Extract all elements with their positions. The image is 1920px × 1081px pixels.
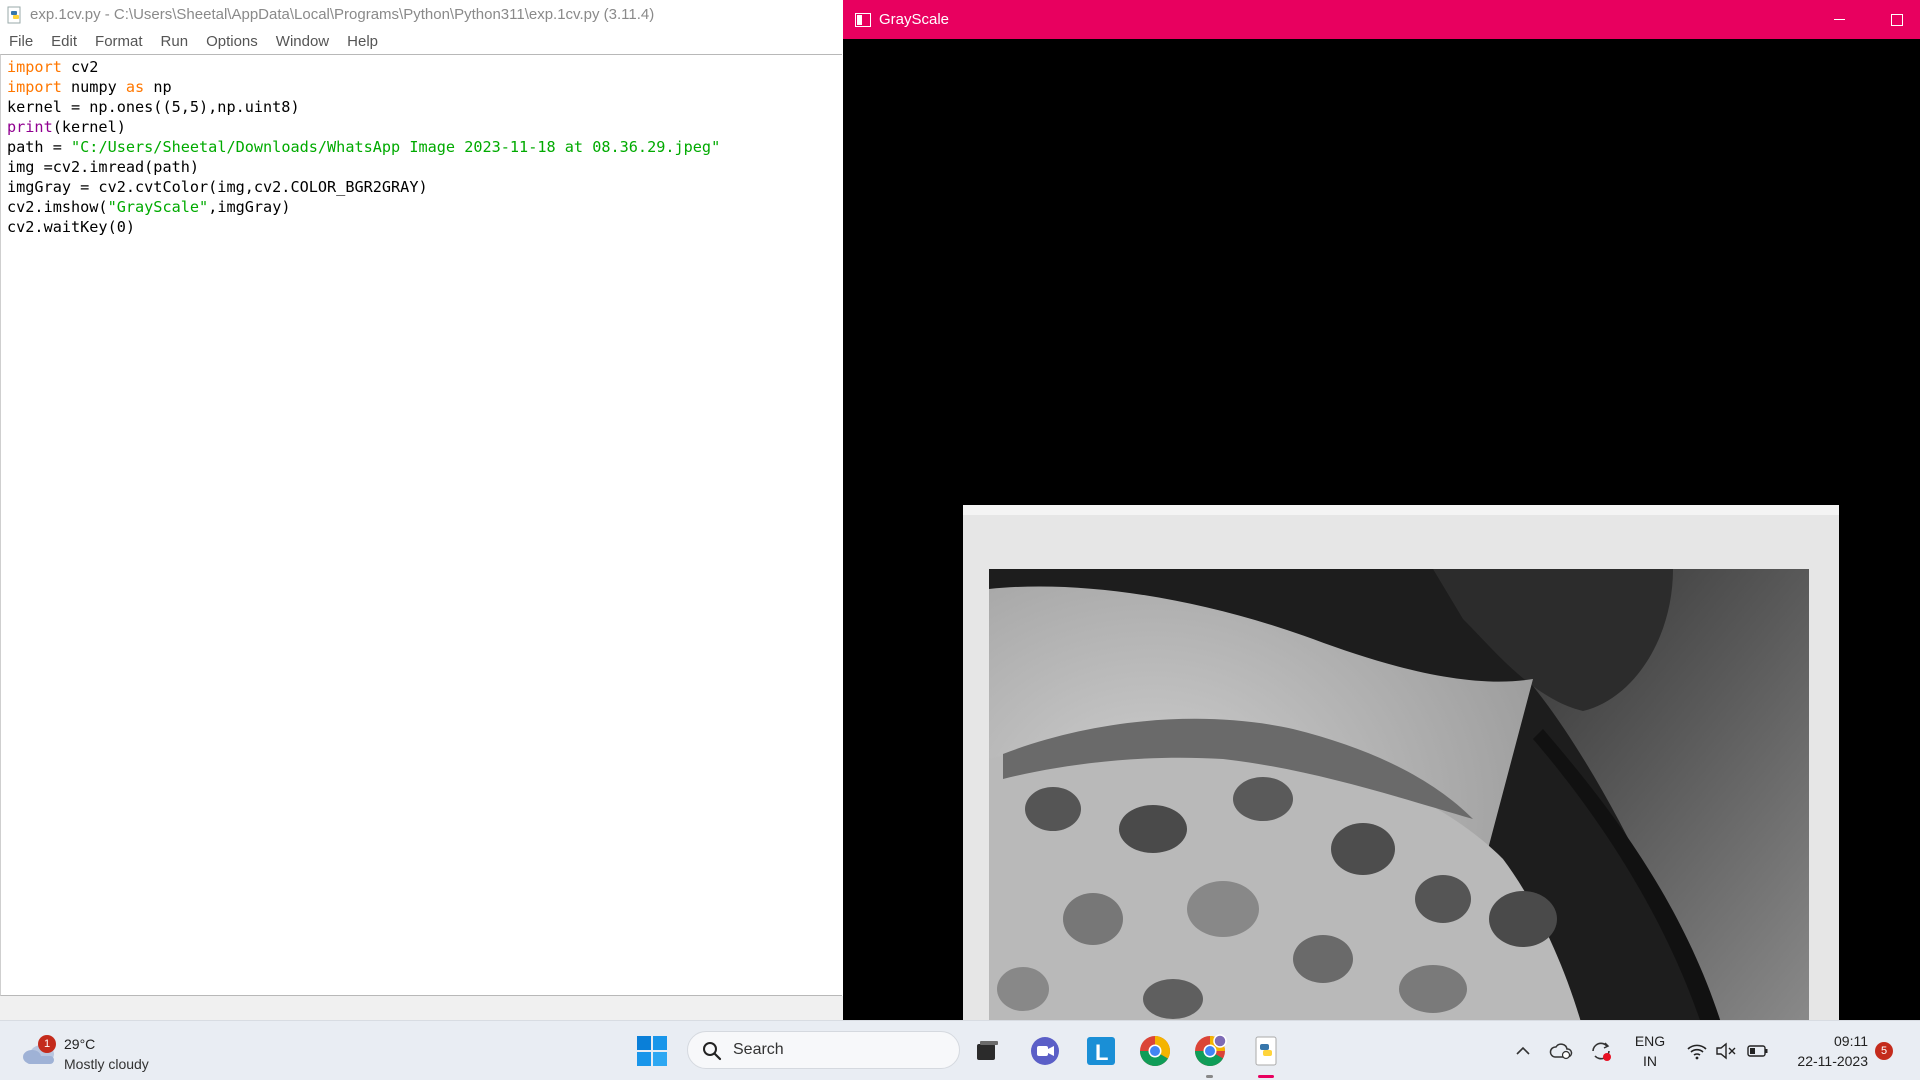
taskbar-search[interactable]: Search bbox=[687, 1031, 960, 1069]
menu-window[interactable]: Window bbox=[267, 33, 338, 50]
battery-icon bbox=[1747, 1045, 1768, 1057]
chrome-icon bbox=[1140, 1036, 1170, 1067]
input-language-indicator[interactable]: ENG IN bbox=[1630, 1031, 1670, 1071]
keyword: as bbox=[125, 78, 145, 96]
notification-count-badge[interactable]: 5 bbox=[1875, 1042, 1893, 1060]
network-button[interactable] bbox=[1683, 1021, 1711, 1081]
taskbar: 1 29°C Mostly cloudy Search L ENG IN 09:… bbox=[0, 1020, 1920, 1080]
menu-run[interactable]: Run bbox=[152, 33, 198, 50]
code-text: (kernel) bbox=[52, 118, 126, 136]
clock[interactable]: 09:11 22-11-2023 bbox=[1780, 1031, 1868, 1071]
grayscale-window-title: GrayScale bbox=[879, 11, 950, 28]
python-idle-icon bbox=[1255, 1036, 1277, 1066]
task-view-icon bbox=[977, 1041, 998, 1060]
python-file-icon bbox=[7, 6, 21, 23]
volume-button[interactable] bbox=[1712, 1021, 1740, 1081]
grayscale-photo-pizza bbox=[843, 39, 1920, 1020]
battery-button[interactable] bbox=[1744, 1021, 1772, 1081]
cloud-sync-icon bbox=[1549, 1043, 1573, 1060]
code-line-9: cv2.waitKey(0) bbox=[7, 218, 136, 236]
region-code: IN bbox=[1643, 1053, 1657, 1069]
video-meet-icon bbox=[1031, 1037, 1059, 1065]
code-line-4: print(kernel) bbox=[1, 117, 842, 137]
grayscale-window: GrayScale bbox=[843, 0, 1920, 1020]
teams-meet-button[interactable] bbox=[1027, 1033, 1063, 1069]
onedrive-tray-button[interactable] bbox=[1546, 1021, 1576, 1081]
code-line-8: cv2.imshow("GrayScale",imgGray) bbox=[1, 197, 842, 217]
code-text: path = bbox=[7, 138, 72, 156]
idle-window-title: exp.1cv.py - C:\Users\Sheetal\AppData\Lo… bbox=[30, 6, 655, 23]
weather-description: Mostly cloudy bbox=[64, 1056, 149, 1072]
weather-alert-badge: 1 bbox=[38, 1035, 56, 1053]
code-line-2: import numpy as np bbox=[1, 77, 842, 97]
svg-text:L: L bbox=[1095, 1040, 1108, 1065]
code-text: ,imgGray) bbox=[208, 198, 291, 216]
chrome-button[interactable] bbox=[1137, 1033, 1173, 1069]
clock-date: 22-11-2023 bbox=[1797, 1053, 1868, 1069]
maximize-icon bbox=[1891, 13, 1903, 26]
search-icon bbox=[703, 1042, 722, 1061]
chrome-profile-icon bbox=[1195, 1034, 1227, 1067]
code-text: cv2.imshow( bbox=[7, 198, 108, 216]
idle-menubar: File Edit Format Run Options Window Help bbox=[0, 29, 843, 54]
menu-file[interactable]: File bbox=[0, 33, 42, 50]
chrome-profile-button[interactable] bbox=[1192, 1033, 1228, 1078]
code-line-5: path = "C:/Users/Sheetal/Downloads/Whats… bbox=[1, 137, 842, 157]
idle-python-button[interactable] bbox=[1248, 1033, 1284, 1078]
search-placeholder: Search bbox=[733, 1041, 784, 1058]
menu-edit[interactable]: Edit bbox=[42, 33, 86, 50]
menu-options[interactable]: Options bbox=[197, 33, 267, 50]
menu-format[interactable]: Format bbox=[86, 33, 152, 50]
code-editor[interactable]: import cv2 import numpy as np kernel = n… bbox=[0, 54, 842, 996]
l-app-button[interactable]: L bbox=[1083, 1033, 1119, 1069]
code-line-3: kernel = np.ones((5,5),np.uint8) bbox=[7, 98, 300, 116]
l-app-icon: L bbox=[1087, 1037, 1115, 1065]
windows-logo-icon bbox=[637, 1036, 667, 1066]
code-text: cv2 bbox=[61, 58, 99, 76]
code-line-7: imgGray = cv2.cvtColor(img,cv2.COLOR_BGR… bbox=[7, 178, 428, 196]
minimize-icon bbox=[1833, 19, 1845, 20]
opencv-window-icon bbox=[855, 12, 871, 27]
wifi-icon bbox=[1687, 1044, 1707, 1060]
keyword: import bbox=[7, 58, 62, 76]
grayscale-image[interactable] bbox=[843, 39, 1920, 1020]
keyword: import bbox=[7, 78, 62, 96]
idle-status-bar bbox=[0, 996, 843, 1020]
code-line-6: img =cv2.imread(path) bbox=[7, 158, 200, 176]
update-tray-button[interactable] bbox=[1586, 1021, 1616, 1081]
string-literal: "GrayScale" bbox=[107, 198, 209, 216]
string-literal: "C:/Users/Sheetal/Downloads/WhatsApp Ima… bbox=[71, 138, 721, 156]
task-view-button[interactable] bbox=[968, 1033, 1004, 1069]
weather-widget[interactable]: 1 29°C Mostly cloudy bbox=[20, 1029, 190, 1073]
speaker-muted-icon bbox=[1716, 1042, 1736, 1060]
chevron-up-icon bbox=[1516, 1046, 1530, 1055]
idle-titlebar[interactable]: exp.1cv.py - C:\Users\Sheetal\AppData\Lo… bbox=[0, 0, 843, 29]
grayscale-titlebar[interactable]: GrayScale bbox=[843, 0, 1920, 39]
start-button[interactable] bbox=[636, 1035, 668, 1067]
clock-time: 09:11 bbox=[1834, 1033, 1868, 1049]
maximize-button[interactable] bbox=[1874, 0, 1920, 39]
code-text: np bbox=[144, 78, 172, 96]
refresh-alert-icon bbox=[1592, 1042, 1611, 1061]
show-hidden-icons-button[interactable] bbox=[1508, 1021, 1538, 1081]
code-line-1: import cv2 bbox=[1, 57, 842, 77]
weather-temperature: 29°C bbox=[64, 1036, 96, 1052]
language-code: ENG bbox=[1634, 1033, 1666, 1049]
minimize-button[interactable] bbox=[1816, 0, 1862, 39]
builtin: print bbox=[7, 118, 53, 136]
menu-help[interactable]: Help bbox=[338, 33, 387, 50]
code-text: numpy bbox=[61, 78, 126, 96]
idle-editor-window: exp.1cv.py - C:\Users\Sheetal\AppData\Lo… bbox=[0, 0, 843, 1020]
